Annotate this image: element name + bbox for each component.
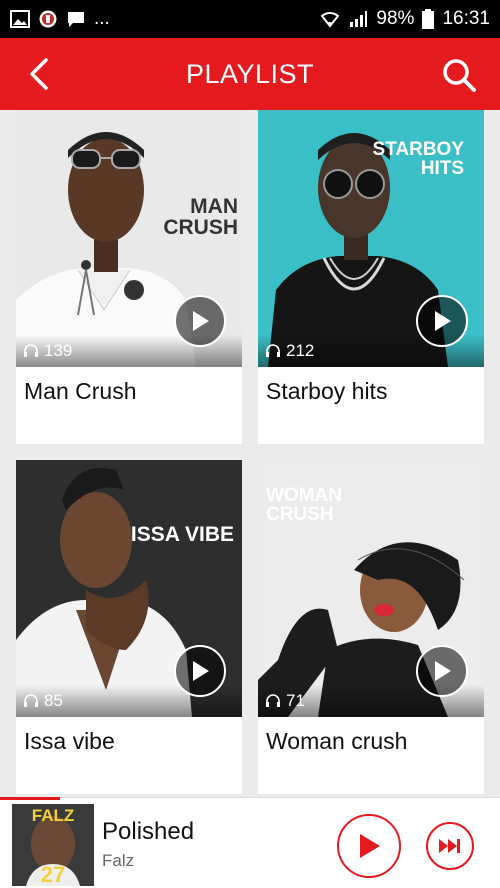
play-icon (193, 311, 209, 331)
now-playing-artist: Falz (102, 851, 135, 870)
play-button[interactable] (337, 814, 401, 878)
play-icon (360, 834, 380, 858)
battery-percent: 98% (376, 8, 415, 29)
gallery-icon (10, 10, 30, 28)
play-icon (435, 311, 451, 331)
status-bar: ... 98% 16:31 (0, 0, 500, 38)
playback-progress[interactable] (0, 797, 60, 800)
playlist-grid: MAN CRUSH 139 Man Crush STARBOY HITS 212… (0, 110, 500, 797)
next-track-button[interactable] (426, 822, 474, 870)
cover-title: STARBOY HITS (372, 139, 464, 179)
chevron-left-icon (30, 58, 48, 90)
page-title: PLAYLIST (185, 58, 315, 89)
playlist-name: Issa vibe (24, 728, 115, 754)
now-playing-cover: FALZ 27 (12, 804, 94, 886)
listen-count: 212 (266, 341, 314, 361)
app-header: PLAYLIST (0, 38, 500, 110)
playlist-name: Man Crush (24, 378, 137, 404)
app-notification-icon (39, 10, 57, 28)
playlist-name: Woman crush (266, 728, 408, 754)
play-playlist-button[interactable] (174, 295, 226, 347)
listen-count: 139 (24, 341, 72, 361)
playlist-card[interactable]: WOMAN CRUSH 71 Woman crush (258, 460, 484, 794)
cover-title: WOMAN CRUSH (266, 485, 342, 525)
playlist-cover: ISSA VIBE 85 (16, 460, 242, 717)
cover-number: 27 (40, 862, 66, 886)
playlist-cover: WOMAN CRUSH 71 (258, 460, 484, 717)
play-icon (435, 661, 451, 681)
wifi-icon (321, 12, 340, 28)
more-notifications: ... (94, 8, 110, 29)
playlist-cover: STARBOY HITS 212 (258, 110, 484, 367)
cover-title: MAN CRUSH (163, 195, 238, 239)
play-playlist-button[interactable] (174, 645, 226, 697)
signal-icon (350, 11, 368, 27)
clock: 16:31 (442, 8, 490, 29)
cover-artist-text: FALZ (31, 806, 75, 825)
skip-next-icon (439, 839, 460, 853)
back-button[interactable] (24, 56, 60, 92)
listen-count: 71 (266, 691, 305, 711)
message-icon (68, 12, 84, 27)
search-icon (443, 59, 476, 92)
playlist-name: Starboy hits (266, 378, 388, 404)
cover-title: ISSA VIBE (130, 523, 234, 546)
headphones-icon (24, 344, 38, 357)
headphones-icon (266, 694, 280, 707)
playlist-card[interactable]: ISSA VIBE 85 Issa vibe (16, 460, 242, 794)
playlist-cover: MAN CRUSH 139 (16, 110, 242, 367)
search-button[interactable] (440, 56, 478, 94)
headphones-icon (24, 694, 38, 707)
play-icon (193, 661, 209, 681)
play-playlist-button[interactable] (416, 645, 468, 697)
mini-player[interactable]: FALZ 27 Polished Falz (0, 797, 500, 888)
battery-icon (422, 9, 435, 29)
headphones-icon (266, 344, 280, 357)
playlist-card[interactable]: MAN CRUSH 139 Man Crush (16, 110, 242, 444)
play-playlist-button[interactable] (416, 295, 468, 347)
listen-count: 85 (24, 691, 63, 711)
playlist-card[interactable]: STARBOY HITS 212 Starboy hits (258, 110, 484, 444)
now-playing-title: Polished (102, 818, 195, 845)
